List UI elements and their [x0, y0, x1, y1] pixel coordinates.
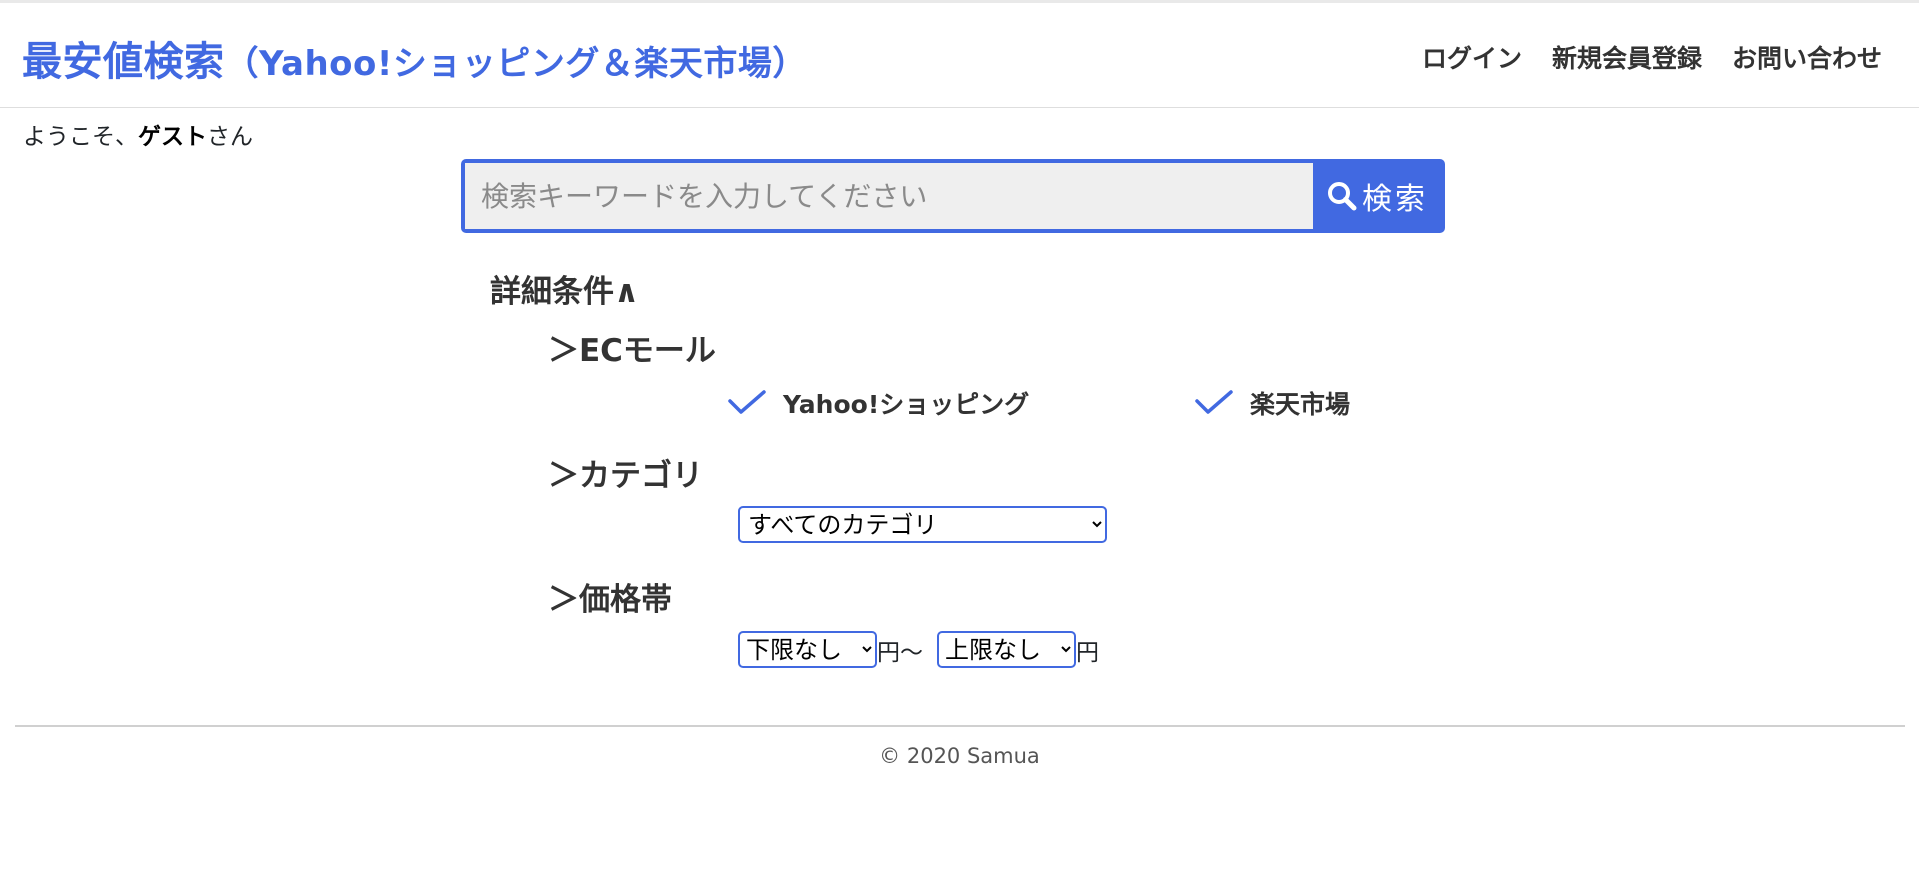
rakuten-label: 楽天市場 [1250, 390, 1351, 419]
ec-mall-heading: ＞ECモール [548, 333, 716, 369]
rakuten-checkbox[interactable]: 楽天市場 [1194, 385, 1350, 421]
welcome-suffix: さん [207, 124, 253, 150]
contact-link[interactable]: お問い合わせ [1732, 39, 1882, 75]
login-link[interactable]: ログイン [1422, 39, 1522, 75]
register-link[interactable]: 新規会員登録 [1552, 39, 1702, 75]
category-select[interactable]: すべてのカテゴリ [738, 506, 1107, 543]
welcome-message: ようこそ、ゲストさん [23, 117, 253, 151]
copyright-text: © 2020 Samua [879, 744, 1040, 768]
search-input[interactable] [465, 163, 1313, 229]
price-range-row: 下限なし 円〜 上限なし 円 [738, 631, 1099, 668]
price-min-select[interactable]: 下限なし [738, 631, 877, 668]
price-range-heading: ＞価格帯 [548, 582, 672, 618]
price-max-unit: 円 [1076, 639, 1099, 666]
price-min-unit: 円〜 [877, 639, 923, 666]
footer-divider [15, 725, 1905, 727]
search-button-label: 検索 [1362, 182, 1428, 217]
category-heading: ＞カテゴリ [548, 458, 703, 494]
yahoo-shopping-label: Yahoo!ショッピング [783, 390, 1030, 419]
header-nav: ログイン 新規会員登録 お問い合わせ [1422, 39, 1882, 75]
search-form: 検索 [461, 159, 1445, 233]
search-button[interactable]: 検索 [1313, 163, 1441, 229]
welcome-username: ゲスト [138, 124, 207, 150]
check-icon [728, 390, 766, 414]
site-title-sub: （Yahoo!ショッピング＆楽天市場） [224, 44, 807, 84]
detail-conditions-toggle[interactable]: 詳細条件∧ [490, 266, 639, 311]
yahoo-shopping-checkbox[interactable]: Yahoo!ショッピング [727, 385, 1029, 421]
site-title[interactable]: 最安値検索（Yahoo!ショッピング＆楽天市場） [22, 29, 807, 87]
welcome-prefix: ようこそ、 [23, 124, 138, 150]
check-icon [1195, 390, 1233, 414]
search-icon [1328, 182, 1357, 211]
site-header: 最安値検索（Yahoo!ショッピング＆楽天市場） ログイン 新規会員登録 お問い… [0, 3, 1919, 108]
site-title-main: 最安値検索 [22, 39, 225, 85]
price-max-select[interactable]: 上限なし [937, 631, 1076, 668]
